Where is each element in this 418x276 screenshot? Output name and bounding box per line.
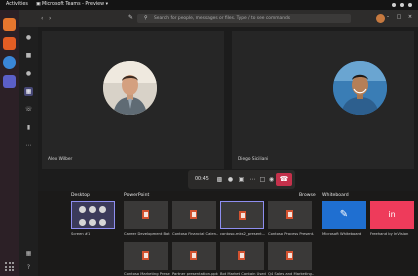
- help-icon[interactable]: ?: [24, 263, 33, 272]
- search-placeholder: Search for people, messages or files. Ty…: [154, 16, 291, 21]
- participant-photo: [103, 61, 157, 115]
- powerpoint-file-label: Bot Market Contain Used...: [220, 272, 266, 276]
- participant-name: Diego Siciliani: [238, 157, 269, 162]
- share-screen-icon[interactable]: ▣: [237, 175, 246, 184]
- software-icon[interactable]: [3, 37, 16, 50]
- calendar-icon[interactable]: ▦: [24, 87, 33, 96]
- more-apps-icon[interactable]: ⋯: [24, 141, 33, 150]
- desktop-preview: [79, 206, 111, 228]
- powerpoint-file-card[interactable]: [172, 242, 216, 270]
- chat-icon[interactable]: □: [258, 175, 267, 184]
- minimize-icon[interactable]: –: [384, 13, 392, 21]
- video-tile: Alex Wilber: [42, 31, 224, 169]
- powerpoint-file-card[interactable]: [124, 242, 168, 270]
- person-figure: [103, 61, 157, 115]
- participant-name: Alex Wilber: [48, 157, 73, 162]
- powerpoint-file-label: Q4 Sales and Marketing...: [268, 272, 314, 276]
- close-icon[interactable]: ×: [406, 13, 414, 21]
- activities-button[interactable]: Activities: [6, 0, 28, 10]
- forward-arrow-icon[interactable]: ›: [49, 15, 51, 22]
- powerpoint-file-label: Contoso Process Present...: [268, 232, 314, 236]
- maximize-icon[interactable]: □: [395, 13, 403, 21]
- powerpoint-icon: [238, 251, 245, 260]
- network-icon[interactable]: [392, 3, 396, 7]
- powerpoint-icon: [286, 210, 293, 219]
- app-rail: ● ■ ● ▦ ☏ ▮ ⋯ ▦ ?: [19, 27, 38, 276]
- apps-icon[interactable]: ▦: [24, 249, 33, 258]
- search-icon: ⚲: [144, 15, 148, 21]
- volume-icon[interactable]: [400, 3, 404, 7]
- share-tray: Desktop PowerPoint Browse Whiteboard Scr…: [38, 191, 418, 276]
- more-options-icon[interactable]: ⋯: [248, 175, 257, 184]
- powerpoint-file-card[interactable]: [124, 201, 168, 229]
- participants-icon[interactable]: ◉: [267, 175, 276, 184]
- powerpoint-icon: [190, 251, 197, 260]
- back-arrow-icon[interactable]: ‹: [41, 15, 43, 22]
- whiteboard-section-label: Whiteboard: [322, 193, 349, 198]
- calls-icon[interactable]: ☏: [24, 105, 33, 114]
- screen: Activities ▣ Microsoft Teams - Preview ▾…: [0, 0, 418, 276]
- whiteboard-icon: ✎: [339, 209, 349, 220]
- powerpoint-file-label: Contoso Marketing Prese...: [124, 272, 170, 276]
- teams-title-bar: ‹ › ✎ ⚲ Search for people, messages or f…: [19, 10, 418, 27]
- microsoft-whiteboard-card[interactable]: ✎: [322, 201, 366, 229]
- call-duration: 00:45: [195, 177, 209, 182]
- hang-up-button[interactable]: ☎: [276, 173, 292, 186]
- person-figure: [333, 61, 387, 115]
- meeting-stage: Alex Wilber Diego Siciliani 00:45 ▩ ● ▣ …: [38, 27, 418, 191]
- power-icon[interactable]: [408, 3, 412, 7]
- whiteboard-label: Microsoft Whiteboard: [322, 232, 362, 236]
- dock: [0, 10, 19, 276]
- show-apps-icon[interactable]: [5, 262, 14, 271]
- call-controls: 00:45 ▩ ● ▣ ⋯ □ ◉ ☎: [188, 170, 295, 189]
- help-icon[interactable]: [3, 56, 16, 69]
- invision-icon: in: [388, 210, 396, 219]
- powerpoint-file-card[interactable]: [268, 242, 312, 270]
- app-menu[interactable]: ▣ Microsoft Teams - Preview ▾: [36, 0, 108, 10]
- files-icon[interactable]: [3, 18, 16, 31]
- powerpoint-icon: [286, 251, 293, 260]
- powerpoint-file-card[interactable]: [220, 201, 264, 229]
- teams-icon[interactable]: [3, 75, 16, 88]
- search-input[interactable]: ⚲ Search for people, messages or files. …: [137, 14, 351, 23]
- powerpoint-icon: [190, 210, 197, 219]
- invision-freehand-card[interactable]: in: [370, 201, 414, 229]
- powerpoint-icon: [142, 251, 149, 260]
- desktop-screen-card[interactable]: [71, 201, 115, 229]
- powerpoint-file-card[interactable]: [268, 201, 312, 229]
- powerpoint-file-card[interactable]: [220, 242, 264, 270]
- powerpoint-file-label: Career Development Bot...: [124, 232, 170, 236]
- teams-window: ‹ › ✎ ⚲ Search for people, messages or f…: [19, 10, 418, 276]
- powerpoint-file-label: Partner presentation.pptx: [172, 272, 218, 276]
- chat-icon[interactable]: ■: [24, 51, 33, 60]
- camera-icon[interactable]: ▩: [215, 175, 224, 184]
- invision-label: Freehand by InVision: [370, 232, 409, 236]
- powerpoint-icon: [239, 211, 246, 220]
- system-top-bar: Activities ▣ Microsoft Teams - Preview ▾: [0, 0, 418, 10]
- powerpoint-file-label: contoso-mks2_present...: [220, 232, 266, 236]
- desktop-section-label: Desktop: [71, 193, 90, 198]
- browse-link[interactable]: Browse: [299, 193, 316, 198]
- powerpoint-file-card[interactable]: [172, 201, 216, 229]
- activity-icon[interactable]: ●: [24, 33, 33, 42]
- window-controls: – □ ×: [384, 13, 414, 21]
- teams-icon[interactable]: ●: [24, 69, 33, 78]
- system-tray[interactable]: [392, 0, 412, 10]
- files-icon[interactable]: ▮: [24, 123, 33, 132]
- powerpoint-file-label: Contoso Financial Calen...: [172, 232, 218, 236]
- video-tile: Diego Siciliani: [232, 31, 414, 169]
- hang-up-icon: ☎: [279, 175, 289, 183]
- powerpoint-icon: [142, 210, 149, 219]
- powerpoint-section-label: PowerPoint: [124, 193, 150, 198]
- microphone-icon[interactable]: ●: [226, 175, 235, 184]
- participant-photo: [333, 61, 387, 115]
- compose-icon[interactable]: ✎: [128, 14, 133, 21]
- desktop-screen-label: Screen #1: [71, 232, 91, 236]
